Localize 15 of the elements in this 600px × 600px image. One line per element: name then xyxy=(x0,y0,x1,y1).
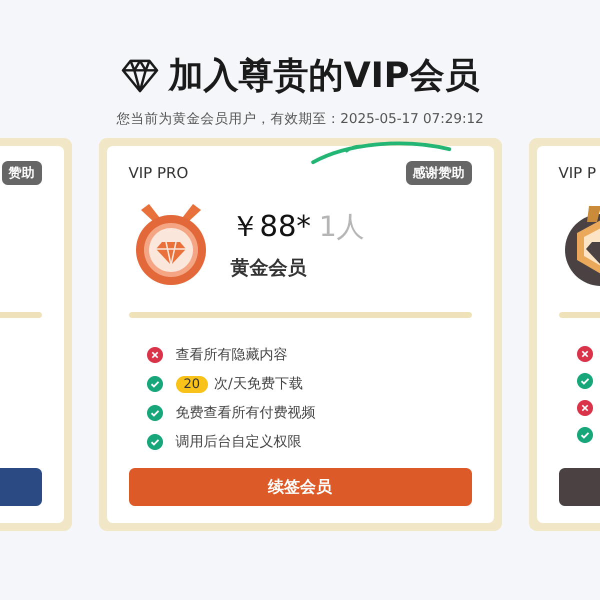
renew-button[interactable]: 续签会员 xyxy=(128,468,472,506)
level-name: 黄金会员 xyxy=(230,256,308,281)
feature-text: 免费查看所有付费视频 xyxy=(176,404,316,422)
thanks-badge: 赞助 xyxy=(2,161,42,185)
feature-text: 查看所有隐藏内容 xyxy=(176,346,288,364)
plan-tier-label: VIP P xyxy=(558,164,596,182)
plan-tier-label: VIP PRO xyxy=(128,164,188,182)
feature-text: 次/天免费下载 xyxy=(214,375,303,393)
price-text: ￥88* xyxy=(230,208,311,245)
membership-status-text: 您当前为黄金会员用户，有效期至：2025-05-17 07:29:12 xyxy=(116,110,484,128)
download-count-badge: 20 xyxy=(176,376,208,392)
thanks-badge: 感谢赞助 xyxy=(406,161,472,185)
feature-text: 调用后台自定义权限 xyxy=(176,433,302,451)
price-unit: 1人 xyxy=(318,209,365,245)
page-title: 加入尊贵的VIP会员 xyxy=(168,55,480,98)
